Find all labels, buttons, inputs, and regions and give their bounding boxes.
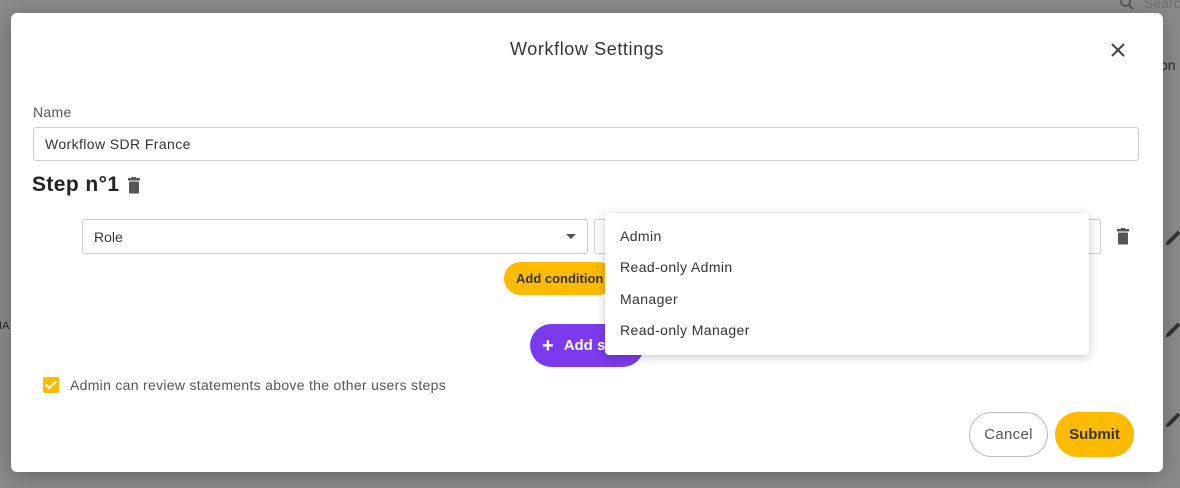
admin-review-option[interactable]: Admin can review statements above the ot… (43, 377, 446, 393)
dropdown-option[interactable]: Admin (605, 220, 1089, 252)
plus-icon: + (542, 334, 554, 357)
condition-field-value: Role (94, 228, 123, 245)
edit-icon (1165, 230, 1180, 246)
background-search-placeholder: Searc (1144, 0, 1180, 11)
condition-field-select[interactable]: Role (82, 219, 588, 254)
modal-title: Workflow Settings (510, 39, 664, 59)
admin-review-checkbox[interactable] (43, 377, 59, 393)
submit-button[interactable]: Submit (1055, 412, 1134, 457)
role-options-dropdown: Admin Read-only Admin Manager Read-only … (605, 213, 1089, 355)
name-input[interactable]: Workflow SDR France (33, 127, 1139, 161)
edit-icon (1165, 412, 1180, 428)
admin-review-label: Admin can review statements above the ot… (70, 377, 447, 393)
close-icon[interactable] (1109, 41, 1127, 59)
delete-condition-icon[interactable] (1116, 228, 1130, 245)
background-search: Searc (1118, 0, 1180, 12)
cancel-button[interactable]: Cancel (969, 412, 1048, 457)
background-text-fragment: IA (0, 320, 10, 332)
step-title: Step n°1 (32, 173, 141, 197)
workflow-settings-modal: Workflow Settings Name Workflow SDR Fran… (11, 13, 1163, 472)
search-icon (1120, 0, 1134, 10)
edit-icon (1165, 322, 1180, 338)
chevron-down-icon (566, 234, 576, 239)
dropdown-option[interactable]: Manager (605, 283, 1089, 315)
dropdown-option[interactable]: Read-only Admin (605, 252, 1089, 284)
dropdown-option[interactable]: Read-only Manager (605, 315, 1089, 347)
step-title-label: Step n°1 (32, 173, 120, 196)
delete-step-icon[interactable] (127, 176, 141, 194)
name-label: Name (33, 104, 72, 120)
add-condition-button[interactable]: Add condition (504, 262, 616, 295)
